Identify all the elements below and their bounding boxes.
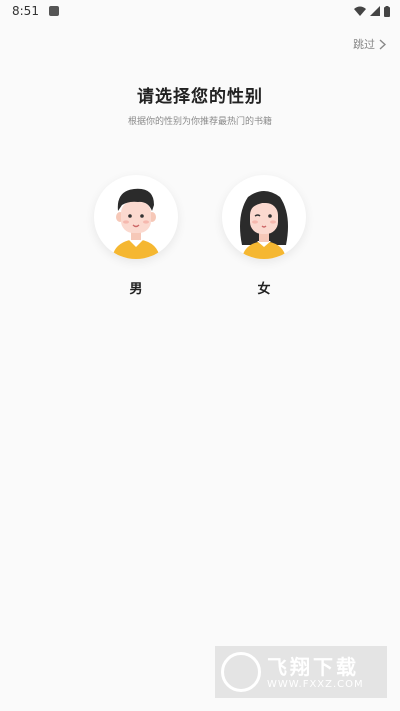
skip-button[interactable]: 跳过: [353, 36, 386, 52]
status-time: 8:51: [12, 4, 39, 18]
page-title: 请选择您的性别: [137, 87, 263, 107]
female-avatar-icon: [240, 191, 288, 259]
page-subtitle: 根据你的性别为你推荐最热门的书籍: [127, 117, 272, 127]
watermark-logo-icon: [221, 652, 261, 692]
status-bar: 8:51: [0, 0, 400, 22]
female-label: 女: [257, 282, 271, 297]
watermark-title: 飞翔下载: [267, 654, 359, 679]
wifi-icon: [354, 6, 366, 16]
signal-icon: [370, 6, 380, 16]
watermark-url: WWW.FXXZ.COM: [267, 678, 364, 690]
watermark: 飞翔下载 WWW.FXXZ.COM: [215, 646, 387, 698]
male-avatar-icon: [112, 188, 160, 259]
female-option-button[interactable]: [222, 175, 306, 259]
battery-icon: [384, 5, 390, 17]
chevron-right-icon: [379, 38, 386, 50]
skip-label: 跳过: [353, 38, 375, 51]
male-option-button[interactable]: [94, 175, 178, 259]
male-label: 男: [129, 282, 143, 297]
notification-icon: [48, 6, 59, 16]
